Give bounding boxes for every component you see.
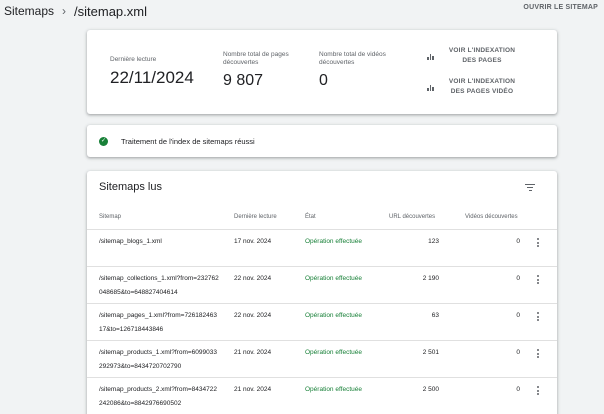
cell-date: 21 nov. 2024 [234,349,272,356]
bar-chart-icon [427,84,434,91]
table-row[interactable]: /sitemap_blogs_1.xml 17 nov. 2024 Opérat… [87,229,557,266]
cell-state: Opération effectuée [305,238,362,245]
cell-videos: 0 [516,275,520,282]
cell-date: 22 nov. 2024 [234,312,272,319]
table-row[interactable]: /sitemap_products_1.xml?from=60990332929… [87,340,557,377]
videos-value: 0 [319,72,328,89]
open-sitemap-button[interactable]: OUVRIR LE SITEMAP [523,4,598,11]
last-read-value: 22/11/2024 [110,68,194,87]
more-vert-icon[interactable] [536,349,540,358]
cell-videos: 0 [516,386,520,393]
column-header-urls[interactable]: URL découvertes [389,214,435,220]
cell-date: 21 nov. 2024 [234,386,272,393]
column-header-state[interactable]: État [305,214,316,220]
table-row[interactable]: /sitemap_collections_1.xml?from=23276204… [87,266,557,303]
more-vert-icon[interactable] [536,275,540,284]
cell-urls: 123 [428,238,439,245]
view-video-indexing-label: VOIR L'INDEXATION DES PAGES VIDÉO [448,78,516,95]
view-pages-indexing-button[interactable]: VOIR L'INDEXATION DES PAGES [427,46,520,66]
chevron-right-icon: › [62,4,67,18]
last-read-stat: Dernière lecture 22/11/2024 [110,56,194,88]
view-pages-indexing-label: VOIR L'INDEXATION DES PAGES [448,47,516,64]
cell-sitemap: /sitemap_products_2.xml?from=84347222420… [99,386,217,407]
breadcrumb-sitemaps[interactable]: Sitemaps [4,4,54,18]
column-header-sitemap[interactable]: Sitemap [99,214,121,220]
last-read-label: Dernière lecture [110,56,157,63]
bar-chart-icon [427,53,434,60]
view-video-indexing-button[interactable]: VOIR L'INDEXATION DES PAGES VIDÉO [427,77,520,97]
sitemaps-table-card: Sitemaps lus Sitemap Dernière lecture Ét… [87,171,557,414]
cell-state: Opération effectuée [305,386,362,393]
cell-state: Opération effectuée [305,275,362,282]
cell-urls: 2 190 [422,275,439,282]
cell-sitemap: /sitemap_collections_1.xml?from=23276204… [99,275,219,296]
column-header-last-read[interactable]: Dernière lecture [234,214,277,220]
pages-value: 9 807 [223,72,264,89]
cell-date: 22 nov. 2024 [234,275,272,282]
videos-label: Nombre total de vidéos découvertes [319,51,386,66]
cell-state: Opération effectuée [305,349,362,356]
more-vert-icon[interactable] [536,238,540,247]
table-row[interactable]: /sitemap_pages_1.xml?from=72618246317&to… [87,303,557,340]
pages-stat: Nombre total de pages découvertes 9 807 [223,51,303,90]
cell-urls: 2 500 [422,386,439,393]
cell-sitemap: /sitemap_products_1.xml?from=60990332929… [99,349,217,370]
status-text: Traitement de l'index de sitemaps réussi [121,136,255,146]
more-vert-icon[interactable] [536,312,540,321]
status-card: ✓ Traitement de l'index de sitemaps réus… [87,125,557,157]
cell-sitemap: /sitemap_pages_1.xml?from=72618246317&to… [99,312,217,333]
breadcrumb: Sitemaps › /sitemap.xml [0,0,604,22]
table-row[interactable]: /sitemap_products_2.xml?from=84347222420… [87,377,557,414]
cell-videos: 0 [516,238,520,245]
table-body: /sitemap_blogs_1.xml 17 nov. 2024 Opérat… [87,229,557,414]
table-title: Sitemaps lus [99,181,162,193]
cell-sitemap: /sitemap_blogs_1.xml [99,238,162,245]
check-circle-icon: ✓ [99,136,108,146]
summary-card: Dernière lecture 22/11/2024 Nombre total… [87,30,557,114]
cell-date: 17 nov. 2024 [234,238,272,245]
filter-icon[interactable] [525,184,535,191]
column-header-videos[interactable]: Vidéos découvertes [465,214,518,220]
cell-videos: 0 [516,312,520,319]
videos-stat: Nombre total de vidéos découvertes 0 [319,51,397,90]
cell-state: Opération effectuée [305,312,362,319]
cell-videos: 0 [516,349,520,356]
cell-urls: 63 [431,312,439,319]
pages-label: Nombre total de pages découvertes [223,51,289,66]
breadcrumb-current: /sitemap.xml [74,3,147,19]
cell-urls: 2 501 [422,349,439,356]
more-vert-icon[interactable] [536,386,540,395]
